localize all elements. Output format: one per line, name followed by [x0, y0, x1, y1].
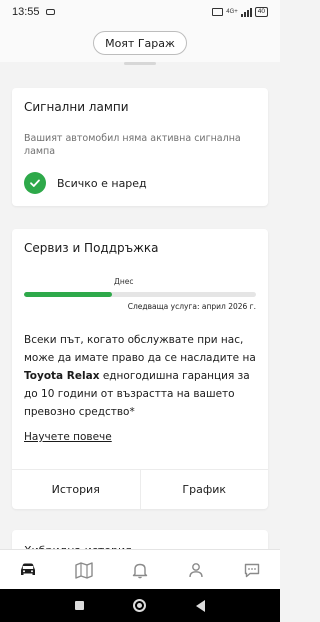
- back-icon[interactable]: [196, 599, 206, 612]
- schedule-button[interactable]: График: [139, 470, 269, 509]
- service-card: Сервиз и Поддръжка Днес Следваща услуга:…: [12, 229, 268, 509]
- service-description: Всеки път, когато обслужвате при нас, мо…: [24, 331, 256, 421]
- status-time: 13:55: [12, 6, 40, 18]
- recents-icon[interactable]: [74, 601, 84, 610]
- history-button[interactable]: История: [12, 470, 140, 509]
- my-garage-button[interactable]: Моят Гараж: [93, 31, 187, 55]
- checkmark-icon: [24, 172, 46, 194]
- toyota-relax-label: Toyota Relax: [24, 370, 100, 382]
- status-row: Всичко е наред: [24, 172, 256, 194]
- screen-icon: [212, 8, 224, 16]
- learn-more-link[interactable]: Научете повече: [24, 431, 112, 443]
- scrolled-content-remnant: [124, 62, 156, 65]
- notification-icon: [45, 9, 55, 15]
- warning-lamps-title: Сигнални лампи: [24, 100, 129, 114]
- nav-profile-icon[interactable]: [182, 556, 210, 584]
- status-bar: 13:55 4G+ 40: [0, 0, 280, 24]
- status-text: Всичко е наред: [57, 176, 147, 190]
- system-navigation-bar: [0, 589, 280, 622]
- service-title: Сервиз и Поддръжка: [24, 241, 159, 255]
- nav-bell-icon[interactable]: [126, 556, 154, 584]
- today-label: Днес: [114, 277, 134, 286]
- signal-icon: [240, 7, 252, 17]
- next-service-label: Следваща услуга: април 2026 г.: [127, 302, 256, 311]
- nav-car-icon[interactable]: [14, 556, 42, 584]
- nav-chat-icon[interactable]: [238, 556, 266, 584]
- bottom-navigation: [0, 549, 280, 589]
- description-text: Всеки път, когато обслужвате при нас, мо…: [24, 334, 256, 364]
- app-header: Моят Гараж: [0, 24, 280, 62]
- warning-lamps-message: Вашият автомобил няма активна сигнална л…: [24, 133, 241, 157]
- battery-indicator: 40: [254, 7, 268, 17]
- nav-map-icon[interactable]: [70, 556, 98, 584]
- service-progress-fill: [24, 292, 113, 297]
- home-icon[interactable]: [133, 599, 147, 612]
- service-actions: История График: [12, 469, 268, 509]
- service-progress-bar: [24, 292, 256, 297]
- warning-lamps-card: Сигнални лампи Вашият автомобил няма акт…: [12, 88, 268, 206]
- network-type: 4G+: [226, 9, 238, 15]
